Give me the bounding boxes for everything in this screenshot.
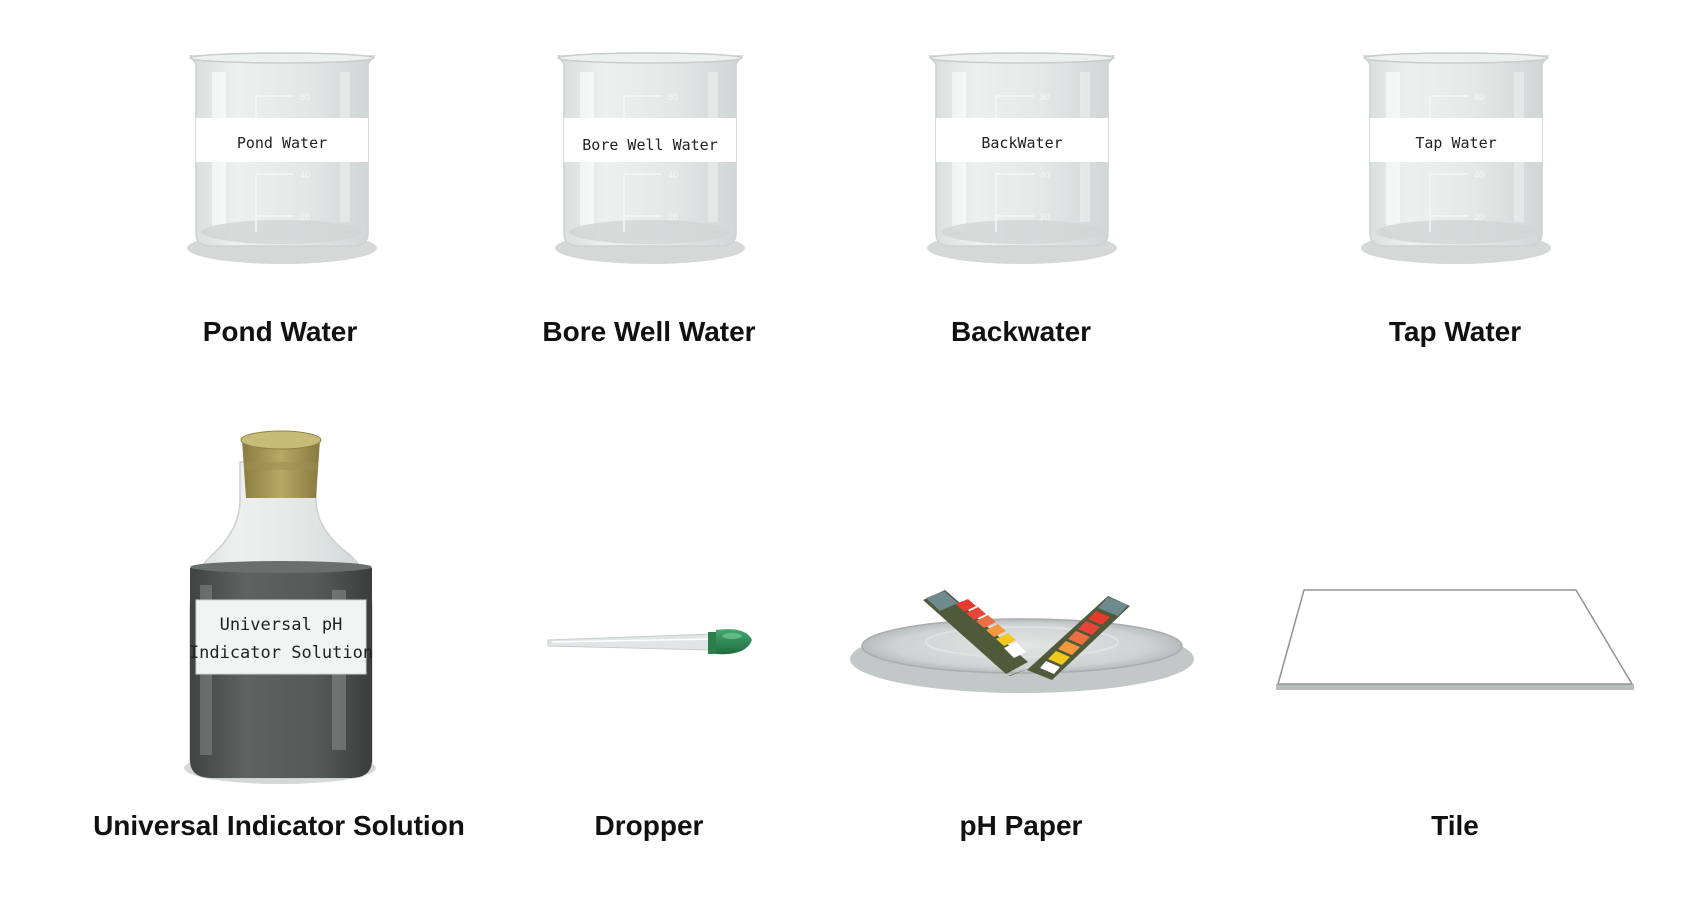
cork-stopper <box>240 430 322 498</box>
beaker-label: BackWater <box>981 134 1062 152</box>
caption-tile: Tile <box>1431 810 1479 841</box>
beaker-label: Bore Well Water <box>582 136 717 154</box>
indicator-bottle[interactable]: Universal pH Indicator Solution <box>184 430 376 784</box>
beaker-label: Pond Water <box>237 134 327 152</box>
bottle-label-line2: Indicator Solution <box>189 643 373 663</box>
caption-dropper: Dropper <box>594 810 704 841</box>
beaker-tap-water[interactable]: Tap Water <box>1360 52 1552 265</box>
beaker-bore-well-water[interactable]: Bore Well Water <box>554 52 746 265</box>
beaker-pond-water[interactable]: Pond Water <box>186 52 378 265</box>
dropper[interactable] <box>547 629 752 655</box>
beaker-backwater[interactable]: BackWater <box>926 52 1118 265</box>
caption-backwater: Backwater <box>950 316 1092 347</box>
bottle-label-line1: Universal pH <box>220 615 343 635</box>
caption-ph-paper: pH Paper <box>959 810 1083 841</box>
beaker-label: Tap Water <box>1415 134 1496 152</box>
ph-paper-dish[interactable] <box>850 590 1194 693</box>
caption-pond-water: Pond Water <box>202 316 358 347</box>
caption-tap-water: Tap Water <box>1388 316 1522 347</box>
apparatus-scene: 80 40 20 Pond Water Bore Well Water Back… <box>184 52 1634 784</box>
caption-bore-well-water: Bore Well Water <box>542 316 756 347</box>
white-tile[interactable] <box>1276 589 1634 690</box>
caption-universal-indicator: Universal Indicator Solution <box>93 810 465 841</box>
